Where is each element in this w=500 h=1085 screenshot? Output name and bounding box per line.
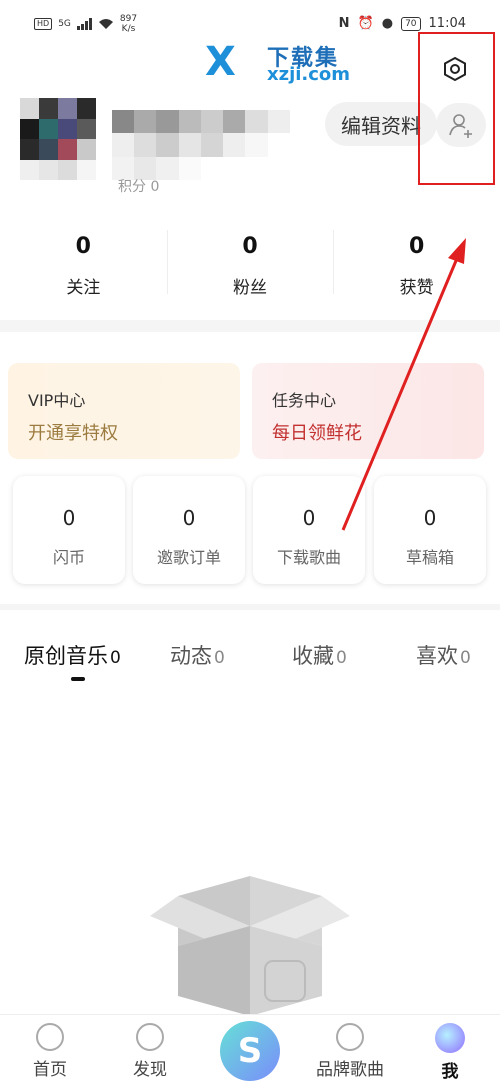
tab-indicator [71, 677, 85, 681]
coins-card[interactable]: 0 闪币 [13, 476, 125, 584]
tab-likes[interactable]: 喜欢 0 [416, 640, 471, 670]
clock: 11:04 [428, 16, 466, 31]
username-blurred [112, 110, 312, 180]
section-divider [0, 320, 500, 332]
annotation-highlight-box [418, 32, 495, 185]
nav-discover[interactable]: 发现 [110, 1015, 190, 1085]
nfc-icon: N [338, 16, 350, 31]
tab-original-music[interactable]: 原创音乐 0 [24, 640, 121, 670]
music-note-icon [336, 1023, 364, 1051]
nav-home[interactable]: 首页 [10, 1015, 90, 1085]
nav-me[interactable]: 我 [410, 1015, 490, 1085]
vip-center-card[interactable]: VIP中心 开通享特权 [8, 363, 240, 459]
task-center-card[interactable]: 任务中心 每日领鲜花 [252, 363, 484, 459]
hd-indicator: HD [34, 18, 53, 30]
nav-center-button[interactable]: S [220, 1021, 280, 1081]
stats-row: 0 关注 0 粉丝 0 获赞 [0, 224, 500, 308]
section-divider-2 [0, 604, 500, 610]
bottom-nav: 首页 发现 S 品牌歌曲 我 [0, 1014, 500, 1085]
task-subtitle: 每日领鲜花 [272, 423, 362, 444]
vip-subtitle: 开通享特权 [28, 423, 118, 444]
alarm-icon: ⏰ [357, 16, 374, 31]
song-orders-card[interactable]: 0 邀歌订单 [133, 476, 245, 584]
avatar[interactable] [20, 98, 96, 180]
network-type: 5G [58, 19, 71, 29]
home-icon [36, 1023, 64, 1051]
nav-brand-songs[interactable]: 品牌歌曲 [310, 1015, 390, 1085]
discover-icon [136, 1023, 164, 1051]
profile-points: 积分 0 [118, 179, 160, 195]
me-icon [435, 1023, 465, 1053]
stat-following[interactable]: 0 关注 [0, 224, 167, 308]
tab-favorites[interactable]: 收藏 0 [292, 640, 347, 670]
tab-moments[interactable]: 动态 0 [170, 640, 225, 670]
battery-indicator: 70 [401, 16, 421, 31]
stat-likes[interactable]: 0 获赞 [333, 224, 500, 308]
downloaded-songs-card[interactable]: 0 下载歌曲 [253, 476, 365, 584]
vip-title: VIP中心 [28, 391, 86, 410]
drafts-card[interactable]: 0 草稿箱 [374, 476, 486, 584]
stat-fans[interactable]: 0 粉丝 [166, 224, 334, 308]
wifi-icon [98, 19, 113, 29]
watermark-logo: X 下载集 xzji.com [205, 40, 365, 86]
signal-icon [76, 18, 92, 30]
empty-box-illustration [150, 876, 350, 1016]
watermark-x-mark: X [205, 39, 236, 85]
task-title: 任务中心 [272, 391, 337, 410]
network-speed: 897 K/s [119, 14, 138, 34]
watermark-domain: xzji.com [267, 64, 351, 85]
location-icon: ● [381, 16, 394, 31]
